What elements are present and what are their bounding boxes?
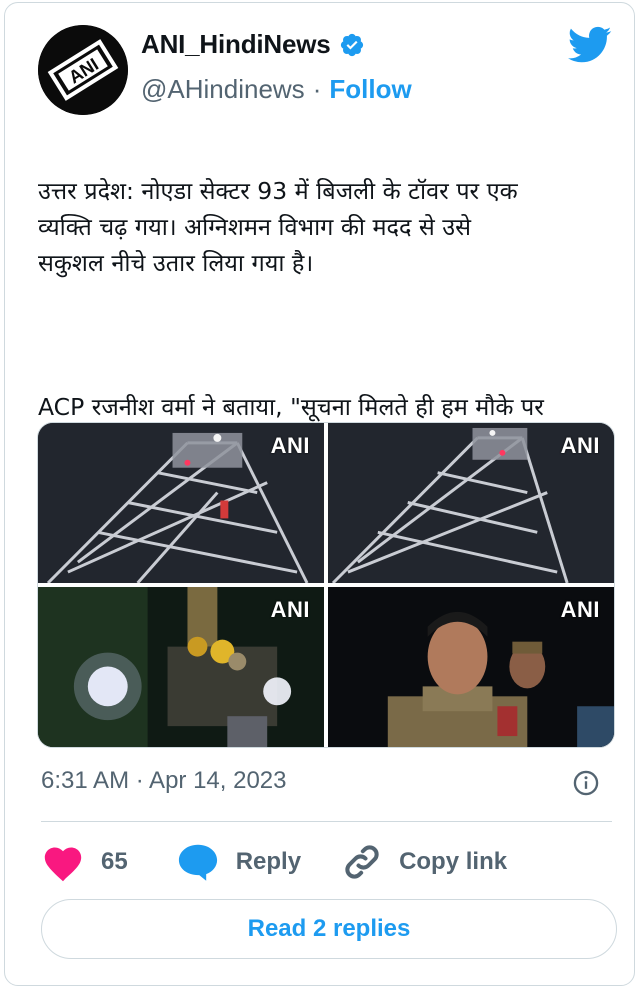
tweet-paragraph-1: उत्तर प्रदेश: नोएडा सेक्टर 93 में बिजली …	[38, 177, 518, 277]
like-button[interactable]: 65	[41, 842, 176, 882]
display-name[interactable]: ANI_HindiNews	[141, 29, 331, 60]
media-photo-2[interactable]: ANI	[328, 423, 614, 583]
heart-icon	[44, 847, 82, 882]
read-replies-button[interactable]: Read 2 replies	[41, 899, 617, 959]
reply-bubble-icon	[178, 844, 217, 881]
reply-button[interactable]: Reply	[176, 842, 301, 882]
media-grid: ANI ANI ANI ANI	[37, 422, 615, 748]
separator-dot: ·	[312, 74, 322, 104]
ani-watermark: ANI	[270, 433, 310, 458]
display-name-row: ANI_HindiNews	[141, 29, 412, 60]
info-icon[interactable]	[572, 769, 600, 797]
copy-link-label: Copy link	[399, 848, 508, 875]
ani-logo-icon: ANI	[38, 25, 128, 115]
link-icon	[345, 845, 379, 879]
twitter-bird-icon[interactable]	[568, 25, 612, 65]
author-names: ANI_HindiNews @AHindinews · Follow	[141, 29, 412, 105]
handle[interactable]: @AHindinews	[141, 74, 305, 105]
tweet-header: ANI ANI_HindiNews @AHindinews · Follow	[38, 21, 614, 117]
divider	[41, 821, 612, 822]
ani-watermark: ANI	[560, 597, 600, 622]
tweet-timestamp[interactable]: 6:31 AM · Apr 14, 2023	[41, 767, 287, 795]
media-photo-4[interactable]: ANI	[328, 587, 614, 747]
tweet-actions: 65 Reply Copy link	[41, 837, 507, 887]
handle-row: @AHindinews · Follow	[141, 74, 412, 105]
verified-badge-icon	[340, 33, 363, 56]
ani-watermark: ANI	[560, 433, 600, 458]
copy-link-button[interactable]: Copy link	[341, 841, 507, 883]
like-count: 65	[101, 848, 128, 875]
media-photo-3[interactable]: ANI	[38, 587, 324, 747]
ani-watermark: ANI	[270, 597, 310, 622]
tweet-card: ANI ANI_HindiNews @AHindinews · Follow उ…	[4, 2, 635, 986]
media-photo-1[interactable]: ANI	[38, 423, 324, 583]
follow-button[interactable]: Follow	[329, 74, 411, 105]
reply-label: Reply	[235, 848, 302, 875]
avatar[interactable]: ANI	[38, 25, 128, 115]
